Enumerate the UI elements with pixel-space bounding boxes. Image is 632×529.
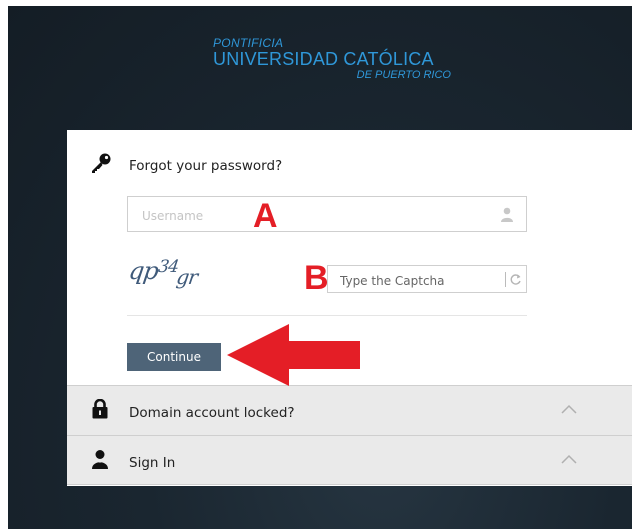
logo-line-1: PONTIFICIA — [213, 36, 284, 50]
accordion-label: Sign In — [129, 455, 176, 471]
logo-line-2: UNIVERSIDAD CATÓLICA — [213, 49, 434, 69]
captcha-input[interactable] — [338, 270, 502, 291]
captcha-divider — [505, 272, 506, 287]
background-panel: PONTIFICIA UNIVERSIDAD CATÓLICA DE PUERT… — [8, 6, 632, 529]
accordion-sign-in[interactable]: Sign In — [67, 435, 632, 485]
university-logo: PONTIFICIA UNIVERSIDAD CATÓLICA DE PUERT… — [213, 36, 453, 81]
username-field[interactable] — [127, 196, 527, 232]
lock-icon — [92, 399, 108, 419]
user-icon — [501, 207, 513, 222]
key-icon — [92, 153, 111, 173]
captcha-text: qp34gr — [127, 257, 199, 289]
logo-line-3: DE PUERTO RICO — [356, 69, 451, 81]
chevron-up-icon[interactable] — [561, 454, 577, 464]
username-input[interactable] — [140, 205, 484, 227]
captcha-image: qp34gr — [127, 257, 200, 289]
captcha-field[interactable] — [327, 265, 527, 293]
accordion-domain-account-locked[interactable]: Domain account locked? — [67, 385, 632, 435]
forgot-password-title: Forgot your password? — [129, 158, 283, 174]
red-arrow-annotation — [227, 324, 360, 386]
refresh-icon[interactable] — [509, 272, 522, 287]
user-icon — [92, 450, 108, 469]
annotation-a: A — [253, 197, 278, 235]
continue-button[interactable]: Continue — [127, 343, 221, 371]
chevron-up-icon[interactable] — [561, 404, 577, 414]
login-card: Forgot your password? qp34gr Continue — [67, 130, 632, 486]
accordion-label: Domain account locked? — [129, 405, 295, 421]
forgot-password-header: Forgot your password? — [67, 130, 632, 190]
form-divider — [127, 315, 527, 316]
annotation-b: B — [304, 259, 329, 297]
